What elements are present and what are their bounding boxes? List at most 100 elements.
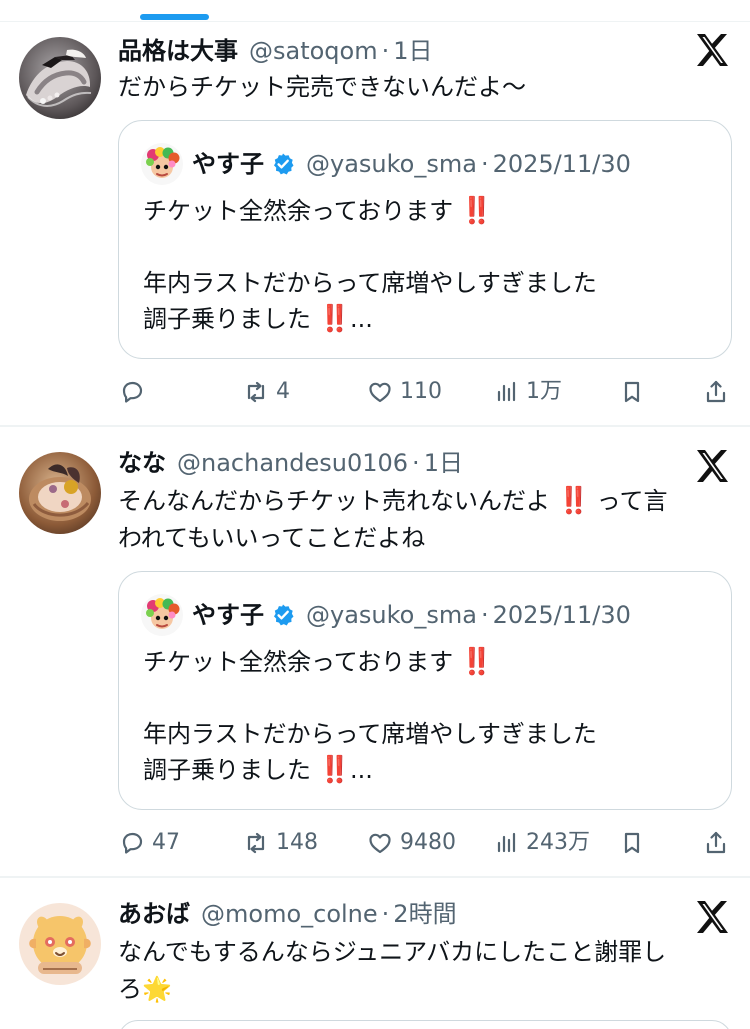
- quoted-line-2: 年内ラストだからって席増やしすぎました: [143, 720, 597, 748]
- reply-icon: [122, 381, 143, 403]
- post-time[interactable]: 2時間: [393, 897, 456, 931]
- share-icon: [706, 380, 726, 403]
- quoted-post-text: チケット全然余っております ‼️ 年内ラストだからって席増やしすぎました 調子乗…: [143, 644, 703, 788]
- post-divider: [0, 876, 750, 878]
- repost-icon: [247, 381, 265, 403]
- avatar[interactable]: [19, 452, 101, 534]
- verified-badge-icon: [271, 603, 295, 627]
- x-logo-icon[interactable]: [693, 31, 731, 69]
- quoted-header-separator: ·: [480, 150, 489, 178]
- like-button[interactable]: 9480: [366, 824, 456, 862]
- quoted-post-time[interactable]: 2025/11/30: [493, 146, 631, 182]
- views-button[interactable]: 243万: [492, 824, 590, 862]
- quoted-line-3: 調子乗りました: [143, 305, 311, 333]
- double-exclamation-emoji: ‼️: [318, 304, 351, 334]
- timeline-post[interactable]: なな @nachandesu0106 · 1日 そんなんだからチケット売れないん…: [0, 429, 750, 878]
- view-count: 1万: [526, 379, 562, 404]
- post-header: 品格は大事 @satoqom · 1日: [118, 34, 433, 68]
- reply-button[interactable]: 47: [118, 824, 180, 862]
- quoted-line-1: チケット全然余っております: [143, 648, 454, 676]
- reply-count: 47: [152, 830, 180, 855]
- timeline-post[interactable]: あおば @momo_colne · 2時間 なんでもするんならジュニアバカにした…: [0, 880, 750, 1029]
- post-time[interactable]: 1日: [424, 446, 463, 480]
- post-actions: 4 110 1万: [118, 373, 732, 411]
- quoted-post-card[interactable]: やす子 @yasuko_sma · 2025/11/30 チケット全然余っており…: [118, 120, 732, 359]
- post-text-line-1-end: って言: [596, 487, 668, 515]
- reply-button[interactable]: [118, 373, 152, 411]
- handle[interactable]: @nachandesu0106: [177, 446, 408, 480]
- quoted-ellipsis: ...: [350, 756, 373, 784]
- post-text: だからチケット完売できないんだよ〜: [118, 73, 526, 101]
- repost-button[interactable]: 148: [242, 824, 318, 862]
- double-exclamation-emoji: ‼️: [460, 196, 493, 226]
- post-actions: 47 148 9480 243万: [118, 824, 732, 862]
- quoted-avatar[interactable]: [141, 143, 183, 185]
- quoted-post-card[interactable]: やす子 @yasuko_sma · 2025/11/30 チケット全然余っており…: [118, 571, 732, 810]
- view-count: 243万: [526, 830, 590, 855]
- quoted-handle[interactable]: @yasuko_sma: [306, 597, 477, 633]
- quoted-post-header: やす子 @yasuko_sma · 2025/11/30: [141, 594, 631, 636]
- repost-count: 148: [276, 830, 318, 855]
- post-header: なな @nachandesu0106 · 1日: [118, 446, 463, 480]
- bookmark-icon: [624, 832, 640, 854]
- post-text-line-1: なんでもするんならジュニアバカにしたこと謝罪し: [118, 938, 667, 966]
- reply-icon: [122, 832, 143, 854]
- quoted-post-time[interactable]: 2025/11/30: [493, 597, 631, 633]
- display-name[interactable]: 品格は大事: [118, 34, 238, 68]
- verified-badge-icon: [271, 152, 295, 176]
- double-exclamation-emoji: ‼️: [460, 647, 493, 677]
- post-text: そんなんだからチケット売れないんだよ ‼️ って言 われてもいいってことだよね: [118, 483, 728, 557]
- quoted-handle[interactable]: @yasuko_sma: [306, 146, 477, 182]
- bookmark-icon: [624, 381, 640, 403]
- quoted-ellipsis: ...: [350, 305, 373, 333]
- post-text-line-1: そんなんだからチケット売れないんだよ: [118, 487, 550, 515]
- quoted-post-text: チケット全然余っております ‼️ 年内ラストだからって席増やしすぎました 調子乗…: [143, 193, 703, 337]
- quoted-line-1: チケット全然余っております: [143, 197, 454, 225]
- handle[interactable]: @satoqom: [249, 34, 378, 68]
- quoted-display-name[interactable]: やす子: [192, 146, 264, 182]
- post-text: なんでもするんならジュニアバカにしたこと謝罪し ろ🌟: [118, 934, 728, 1008]
- heart-icon: [369, 382, 391, 403]
- post-time[interactable]: 1日: [393, 34, 432, 68]
- like-button[interactable]: 110: [366, 373, 442, 411]
- x-logo-icon[interactable]: [693, 447, 731, 485]
- header-separator: ·: [381, 37, 390, 65]
- like-count: 9480: [400, 830, 456, 855]
- header-separator: ·: [412, 449, 420, 477]
- post-divider: [0, 425, 750, 427]
- handle[interactable]: @momo_colne: [201, 897, 378, 931]
- quoted-line-3: 調子乗りました: [143, 756, 311, 784]
- post-text-line-2: ろ: [118, 975, 142, 1003]
- x-logo-icon[interactable]: [693, 898, 731, 936]
- views-button[interactable]: 1万: [492, 373, 562, 411]
- display-name[interactable]: なな: [118, 446, 166, 480]
- quoted-avatar[interactable]: [141, 594, 183, 636]
- post-text-line-2: われてもいいってことだよね: [118, 524, 426, 552]
- quoted-display-name[interactable]: やす子: [192, 597, 264, 633]
- double-exclamation-emoji: ‼️: [318, 755, 351, 785]
- repost-count: 4: [276, 379, 290, 404]
- quoted-post-header: やす子 @yasuko_sma · 2025/11/30: [141, 143, 631, 185]
- sparkle-star-emoji: 🌟: [142, 975, 172, 1003]
- avatar[interactable]: [19, 37, 101, 119]
- timeline-screen: 品格は大事 @satoqom · 1日 だからチケット完売できないんだよ〜 やす…: [0, 0, 750, 1029]
- bookmark-button[interactable]: [618, 824, 646, 862]
- bookmark-button[interactable]: [618, 373, 646, 411]
- quoted-header-separator: ·: [480, 601, 489, 629]
- avatar[interactable]: [19, 903, 101, 985]
- quoted-post-card[interactable]: [118, 1020, 732, 1029]
- share-button[interactable]: [702, 373, 730, 411]
- quoted-line-2: 年内ラストだからって席増やしすぎました: [143, 269, 597, 297]
- views-icon: [497, 381, 516, 402]
- timeline-post[interactable]: 品格は大事 @satoqom · 1日 だからチケット完売できないんだよ〜 やす…: [0, 22, 750, 427]
- share-button[interactable]: [702, 824, 730, 862]
- views-icon: [497, 832, 516, 853]
- heart-icon: [369, 833, 391, 854]
- post-header: あおば @momo_colne · 2時間: [118, 897, 457, 931]
- active-tab-indicator: [140, 14, 209, 20]
- like-count: 110: [400, 379, 442, 404]
- share-icon: [706, 831, 726, 854]
- display-name[interactable]: あおば: [118, 897, 190, 931]
- repost-icon: [247, 832, 265, 854]
- repost-button[interactable]: 4: [242, 373, 290, 411]
